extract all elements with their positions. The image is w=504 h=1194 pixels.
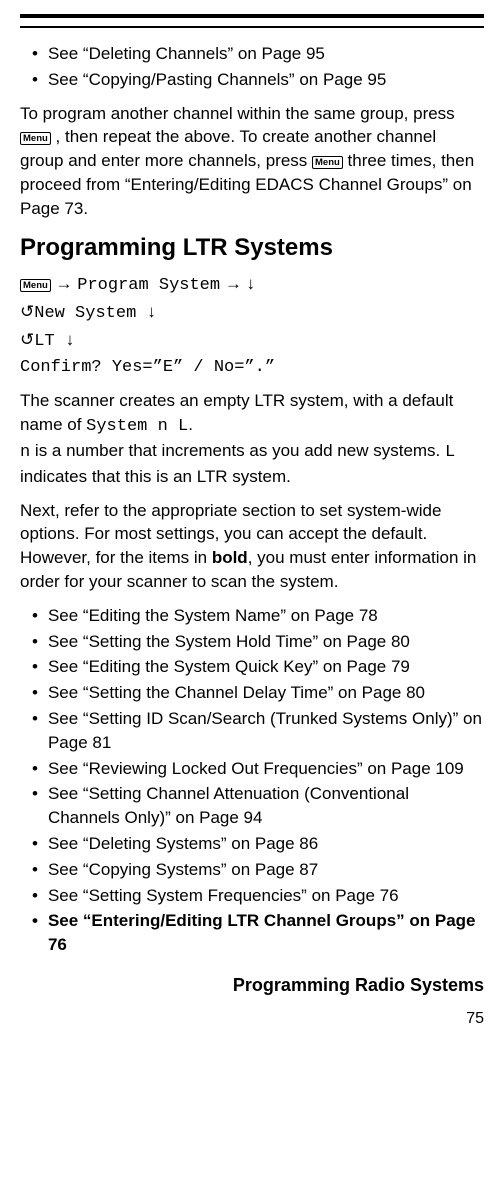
bullet-icon: • bbox=[32, 757, 38, 781]
menu-key-icon: Menu bbox=[20, 132, 51, 145]
bullet-icon: • bbox=[32, 858, 38, 882]
paragraph: The scanner creates an empty LTR system,… bbox=[20, 389, 484, 488]
list-item-text: See “Editing the System Quick Key” on Pa… bbox=[48, 655, 484, 679]
text-fragment: indicates that this is an LTR system. bbox=[20, 467, 291, 486]
list-item: • See “Deleting Channels” on Page 95 bbox=[32, 42, 484, 66]
sequence-line: Confirm? Yes=”E” / No=”.” bbox=[20, 356, 484, 380]
list-item: • See “Deleting Systems” on Page 86 bbox=[32, 832, 484, 856]
text-fragment: To program another channel within the sa… bbox=[20, 104, 455, 123]
bullet-icon: • bbox=[32, 655, 38, 679]
bullet-icon: • bbox=[32, 42, 38, 66]
menu-key-icon: Menu bbox=[312, 156, 343, 169]
list-item: • See “Editing the System Name” on Page 7… bbox=[32, 604, 484, 628]
arrow-down-icon: ↓ bbox=[136, 304, 156, 323]
list-item-text: See “Setting Channel Attenuation (Conven… bbox=[48, 782, 484, 830]
arrow-down-icon: → ↓ bbox=[220, 274, 255, 293]
mono-text: LT bbox=[34, 332, 54, 351]
mono-text: System n L bbox=[86, 417, 188, 436]
list-item: • See “Reviewing Locked Out Frequencies” … bbox=[32, 757, 484, 781]
page-number: 75 bbox=[0, 996, 504, 1028]
list-item-text: See “Copying Systems” on Page 87 bbox=[48, 858, 484, 882]
bullet-icon: • bbox=[32, 68, 38, 92]
text-fragment: The scanner creates an empty LTR system,… bbox=[20, 391, 453, 434]
sequence-line: Menu → Program System → ↓ bbox=[20, 272, 484, 298]
list-item-text: See “Editing the System Name” on Page 78 bbox=[48, 604, 484, 628]
section-heading: Programming LTR Systems bbox=[20, 231, 484, 265]
intro-paragraph: To program another channel within the sa… bbox=[20, 102, 484, 221]
list-item-text: See “Deleting Systems” on Page 86 bbox=[48, 832, 484, 856]
bold-text: bold bbox=[212, 548, 248, 567]
list-item-text: See “Deleting Channels” on Page 95 bbox=[48, 42, 484, 66]
list-item-text: See “Copying/Pasting Channels” on Page 9… bbox=[48, 68, 484, 92]
list-item: • See “Copying/Pasting Channels” on Page… bbox=[32, 68, 484, 92]
list-item: • See “Setting Channel Attenuation (Conve… bbox=[32, 782, 484, 830]
list-item: • See “Editing the System Quick Key” on P… bbox=[32, 655, 484, 679]
text-fragment: is a number that increments as you add n… bbox=[30, 441, 445, 460]
mono-text: n bbox=[20, 443, 30, 462]
arrow-right-icon: → bbox=[51, 274, 77, 293]
text-fragment: . bbox=[188, 415, 193, 434]
paragraph: Next, refer to the appropriate section t… bbox=[20, 499, 484, 594]
menu-key-icon: Menu bbox=[20, 279, 51, 292]
list-item: • See “Setting the System Hold Time” on P… bbox=[32, 630, 484, 654]
list-item: • See “Copying Systems” on Page 87 bbox=[32, 858, 484, 882]
rotate-icon: ↺ bbox=[20, 328, 34, 352]
bullet-icon: • bbox=[32, 782, 38, 806]
bullet-icon: • bbox=[32, 707, 38, 731]
footer-section-title: Programming Radio Systems bbox=[0, 975, 504, 996]
list-item-text: See “Reviewing Locked Out Frequencies” o… bbox=[48, 757, 484, 781]
sequence-line: ↺ New System ↓ bbox=[20, 300, 484, 326]
list-item-text: See “Setting the Channel Delay Time” on … bbox=[48, 681, 484, 705]
bullet-icon: • bbox=[32, 884, 38, 908]
top-bullet-list: • See “Deleting Channels” on Page 95 • S… bbox=[20, 42, 484, 92]
mono-text: Confirm? Yes=”E” / No=”.” bbox=[20, 358, 275, 377]
mono-text: New System bbox=[34, 304, 136, 323]
list-item: • See “Setting the Channel Delay Time” on… bbox=[32, 681, 484, 705]
rotate-icon: ↺ bbox=[20, 300, 34, 324]
list-item: • See “Setting System Frequencies” on Pag… bbox=[32, 884, 484, 908]
bullet-icon: • bbox=[32, 832, 38, 856]
list-item: • See “Setting ID Scan/Search (Trunked Sy… bbox=[32, 707, 484, 755]
list-item-text: See “Setting the System Hold Time” on Pa… bbox=[48, 630, 484, 654]
key-sequence-block: Menu → Program System → ↓ ↺ New System ↓… bbox=[20, 272, 484, 379]
list-item-text: See “Setting ID Scan/Search (Trunked Sys… bbox=[48, 707, 484, 755]
bullet-icon: • bbox=[32, 909, 38, 933]
bullet-icon: • bbox=[32, 630, 38, 654]
list-item-text: See “Entering/Editing LTR Channel Groups… bbox=[48, 909, 484, 957]
top-rule-thin bbox=[20, 26, 484, 28]
sequence-line: ↺ LT ↓ bbox=[20, 328, 484, 354]
mono-text: Program System bbox=[77, 276, 220, 295]
list-item-bold: • See “Entering/Editing LTR Channel Group… bbox=[32, 909, 484, 957]
top-rule-thick bbox=[20, 14, 484, 18]
arrow-down-icon: ↓ bbox=[55, 332, 75, 351]
bullet-icon: • bbox=[32, 681, 38, 705]
bullet-icon: • bbox=[32, 604, 38, 628]
mono-text: L bbox=[445, 443, 455, 462]
page-content: • See “Deleting Channels” on Page 95 • S… bbox=[0, 42, 504, 957]
list-item-text: See “Setting System Frequencies” on Page… bbox=[48, 884, 484, 908]
bottom-bullet-list: • See “Editing the System Name” on Page 7… bbox=[20, 604, 484, 957]
